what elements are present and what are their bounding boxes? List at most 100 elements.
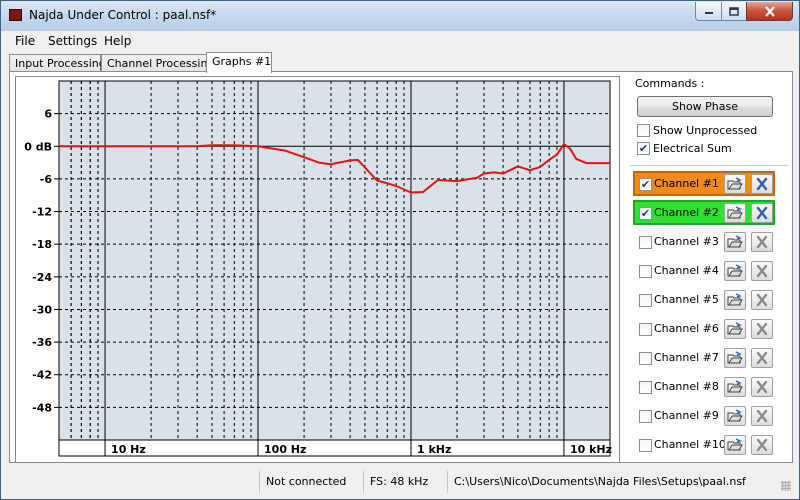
x-icon [756, 438, 768, 452]
channel-row[interactable]: Channel #5 [633, 287, 775, 312]
window-title: Najda Under Control : paal.nsf* [29, 8, 217, 22]
show-phase-button[interactable]: Show Phase [637, 96, 773, 117]
connection-status: Not connected [259, 471, 363, 493]
show-unprocessed-checkbox[interactable] [637, 124, 650, 137]
load-response-button[interactable] [724, 319, 746, 339]
app-icon [9, 9, 22, 21]
x-tick-label: 100 Hz [264, 443, 306, 456]
load-response-button[interactable] [724, 203, 746, 223]
maximize-button[interactable] [721, 2, 747, 21]
load-response-button[interactable] [724, 435, 746, 455]
clear-channel-button[interactable] [751, 290, 773, 310]
x-icon [756, 351, 768, 365]
x-icon [756, 322, 768, 336]
x-icon [756, 409, 768, 423]
close-icon [764, 5, 775, 17]
load-response-button[interactable] [724, 261, 746, 281]
clear-channel-button[interactable] [751, 348, 773, 368]
x-icon [756, 177, 768, 191]
clear-channel-button[interactable] [751, 377, 773, 397]
clear-channel-button[interactable] [751, 232, 773, 252]
file-path-status: C:\Users\Nico\Documents\Najda Files\Setu… [447, 471, 777, 493]
y-tick-label: -42 [32, 369, 52, 382]
show-unprocessed-row[interactable]: Show Unprocessed [637, 123, 757, 138]
x-icon [756, 235, 768, 249]
load-response-button[interactable] [724, 377, 746, 397]
channel-checkbox[interactable] [639, 294, 652, 307]
load-response-button[interactable] [724, 290, 746, 310]
x-tick-label: 1 kHz [417, 443, 451, 456]
channel-label: Channel #7 [654, 351, 719, 364]
menu-file[interactable]: File [15, 34, 35, 48]
channel-row[interactable]: ✔ Channel #2 [633, 200, 775, 225]
divider [630, 165, 788, 166]
clear-channel-button[interactable] [751, 406, 773, 426]
clear-channel-button[interactable] [751, 203, 773, 223]
tab-channel-processing[interactable]: Channel Processing [101, 54, 214, 72]
channel-checkbox[interactable] [639, 439, 652, 452]
channel-label: Channel #10 [654, 438, 726, 451]
load-response-button[interactable] [724, 174, 746, 194]
electrical-sum-label: Electrical Sum [653, 142, 732, 155]
load-response-button[interactable] [724, 232, 746, 252]
channel-row[interactable]: Channel #8 [633, 374, 775, 399]
clear-channel-button[interactable] [751, 319, 773, 339]
channel-row[interactable]: Channel #6 [633, 316, 775, 341]
commands-title: Commands : [635, 77, 705, 90]
y-tick-label: -12 [32, 206, 52, 219]
y-tick-label: -18 [32, 238, 52, 251]
load-response-button[interactable] [724, 348, 746, 368]
y-tick-label: 0 dB [24, 140, 52, 153]
y-tick-label: -30 [32, 303, 52, 316]
channel-label: Channel #1 [654, 177, 719, 190]
channel-checkbox[interactable] [639, 352, 652, 365]
electrical-sum-checkbox[interactable]: ✔ [637, 142, 650, 155]
minimize-button[interactable] [695, 2, 722, 21]
channel-label: Channel #4 [654, 264, 719, 277]
electrical-sum-row[interactable]: ✔ Electrical Sum [637, 141, 732, 156]
folder-open-icon [727, 177, 743, 190]
channel-checkbox[interactable]: ✔ [639, 207, 652, 220]
clear-channel-button[interactable] [751, 261, 773, 281]
channel-row[interactable]: Channel #9 [633, 403, 775, 428]
channel-label: Channel #9 [654, 409, 719, 422]
tab-input-processing[interactable]: Input Processing [9, 54, 106, 72]
channel-label: Channel #3 [654, 235, 719, 248]
channel-checkbox[interactable] [639, 381, 652, 394]
x-tick-label: 10 kHz [570, 443, 612, 456]
menu-settings[interactable]: Settings [48, 34, 97, 48]
commands-panel: Commands : Show Phase Show Unprocessed ✔… [625, 77, 788, 159]
plot-area [58, 80, 611, 441]
x-icon [756, 264, 768, 278]
show-unprocessed-label: Show Unprocessed [653, 124, 758, 137]
channel-row[interactable]: Channel #7 [633, 345, 775, 370]
channel-label: Channel #5 [654, 293, 719, 306]
channel-checkbox[interactable] [639, 323, 652, 336]
tab-graphs-1[interactable]: Graphs #1 [206, 52, 272, 73]
channel-row[interactable]: Channel #4 [633, 258, 775, 283]
load-response-button[interactable] [724, 406, 746, 426]
menu-help[interactable]: Help [104, 34, 131, 48]
folder-open-icon [727, 438, 743, 451]
channel-checkbox[interactable] [639, 265, 652, 278]
graph-panel: 6 0 dB -6 -12 -18 -24 -30 -36 -42 -48 10 Hz 100 Hz 1… [15, 76, 620, 463]
maximize-icon [729, 6, 739, 16]
clear-channel-button[interactable] [751, 174, 773, 194]
title-bar[interactable]: Najda Under Control : paal.nsf* [1, 1, 799, 31]
y-tick-label: -36 [32, 336, 52, 349]
clear-channel-button[interactable] [751, 435, 773, 455]
channel-checkbox[interactable] [639, 410, 652, 423]
channel-row[interactable]: Channel #10 [633, 432, 775, 457]
channel-checkbox[interactable]: ✔ [639, 178, 652, 191]
channel-checkbox[interactable] [639, 236, 652, 249]
folder-open-icon [727, 235, 743, 248]
channel-label: Channel #2 [654, 206, 719, 219]
y-tick-label: -6 [40, 173, 53, 186]
channel-label: Channel #8 [654, 380, 719, 393]
close-button[interactable] [746, 2, 793, 21]
resize-grip[interactable] [781, 481, 791, 491]
channel-row[interactable]: Channel #3 [633, 229, 775, 254]
x-icon [756, 380, 768, 394]
channel-row[interactable]: ✔ Channel #1 [633, 171, 775, 196]
folder-open-icon [727, 351, 743, 364]
